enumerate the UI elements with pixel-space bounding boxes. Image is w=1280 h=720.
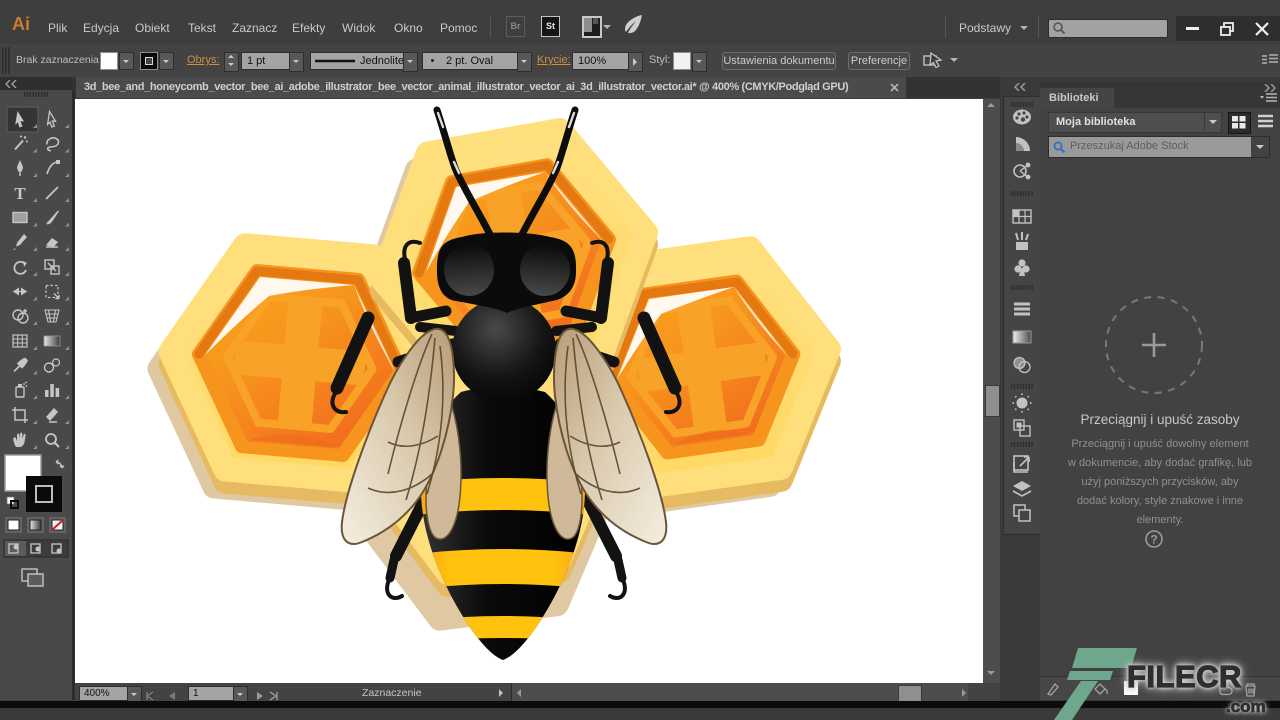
svg-text:T: T [14, 184, 26, 203]
svg-text:?: ? [1150, 533, 1157, 547]
